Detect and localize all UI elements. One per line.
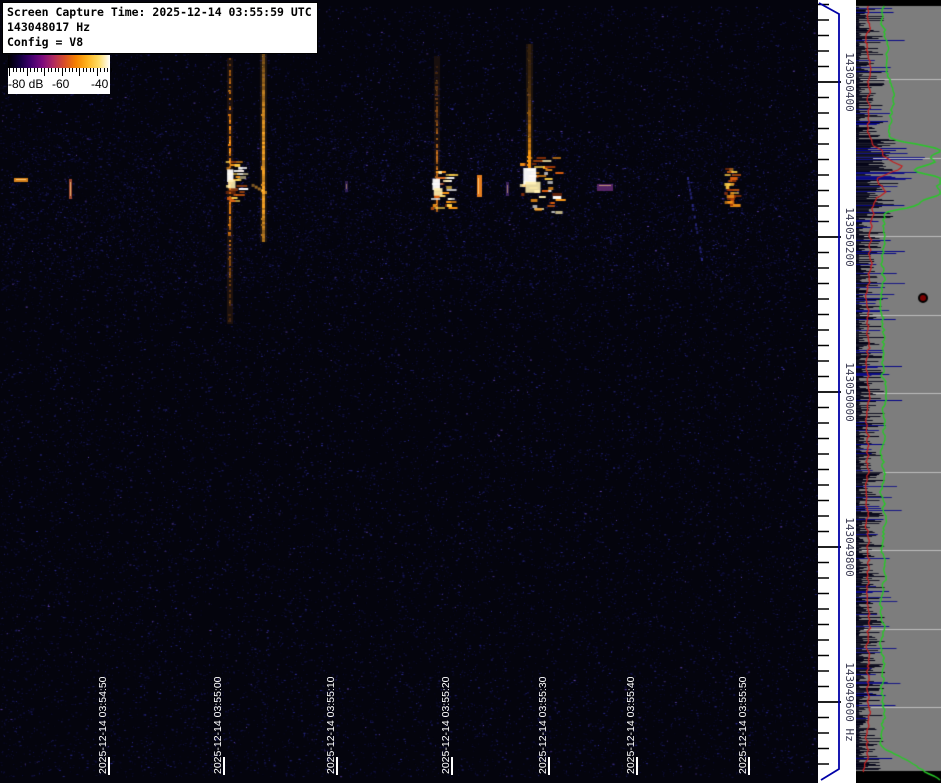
- colorbar-tick: [61, 68, 63, 76]
- colorbar-db-label: -40: [91, 77, 109, 91]
- center-frequency-line: 143048017 Hz: [7, 20, 91, 34]
- colorbar-tick: [75, 68, 77, 72]
- colorbar-tick: [103, 68, 105, 72]
- colorbar-tick: [44, 68, 45, 76]
- colorbar-tick: [82, 68, 84, 72]
- frequency-tick-label: 143050000: [843, 362, 856, 422]
- colorbar-tick: [23, 68, 24, 72]
- capture-time-line: Screen Capture Time: 2025-12-14 03:55:59…: [7, 5, 312, 19]
- colorbar: -80 dB -60 -40: [8, 55, 112, 94]
- colorbar-tick: [9, 68, 10, 76]
- colorbar-tick: [19, 68, 21, 72]
- colorbar-tick: [86, 68, 87, 72]
- capture-info-box: Screen Capture Time: 2025-12-14 03:55:59…: [2, 2, 318, 54]
- colorbar-tick: [58, 68, 59, 72]
- colorbar-labels: -80 dB -60 -40: [8, 77, 110, 94]
- colorbar-db-label: -80 dB: [8, 77, 44, 91]
- colorbar-tick: [51, 68, 52, 72]
- colorbar-tick: [89, 68, 91, 72]
- colorbar-tick: [40, 68, 42, 72]
- colorbar-scale: -80 dB -60 -40: [8, 68, 112, 94]
- colorbar-tick: [12, 68, 14, 72]
- time-tick-mark: [748, 757, 750, 775]
- colorbar-tick: [110, 68, 112, 72]
- time-tick-mark: [336, 757, 338, 775]
- frequency-tick-label: 143050400: [843, 52, 856, 112]
- colorbar-tick: [26, 68, 28, 76]
- colorbar-tick: [107, 68, 108, 72]
- colorbar-tick: [100, 68, 101, 72]
- time-tick-mark: [636, 757, 638, 775]
- colorbar-ticks: [8, 68, 112, 77]
- colorbar-tick: [33, 68, 35, 72]
- colorbar-db-label: -60: [52, 77, 70, 91]
- colorbar-tick: [54, 68, 56, 72]
- waterfall-spectrogram: [0, 0, 818, 783]
- colorbar-tick: [30, 68, 31, 72]
- colorbar-tick: [16, 68, 17, 72]
- colorbar-tick: [37, 68, 38, 72]
- frequency-tick-label: 143049600 Hz: [843, 662, 856, 742]
- spectrum-side-panel: [856, 0, 941, 783]
- colorbar-tick: [93, 68, 94, 72]
- frequency-tick-label: 143050200: [843, 207, 856, 267]
- time-tick-mark: [108, 757, 110, 775]
- colorbar-tick: [72, 68, 73, 72]
- colorbar-tick: [96, 68, 98, 76]
- time-tick-mark: [223, 757, 225, 775]
- colorbar-tick: [68, 68, 70, 72]
- colorbar-tick: [65, 68, 66, 72]
- time-tick-mark: [548, 757, 550, 775]
- colorbar-gradient: [8, 55, 110, 68]
- time-tick-mark: [451, 757, 453, 775]
- spectrogram-screen-capture: Screen Capture Time: 2025-12-14 03:55:59…: [0, 0, 941, 783]
- colorbar-tick: [79, 68, 80, 76]
- config-line: Config = V8: [7, 35, 84, 49]
- colorbar-tick: [47, 68, 49, 72]
- frequency-tick-label: 143049800: [843, 517, 856, 577]
